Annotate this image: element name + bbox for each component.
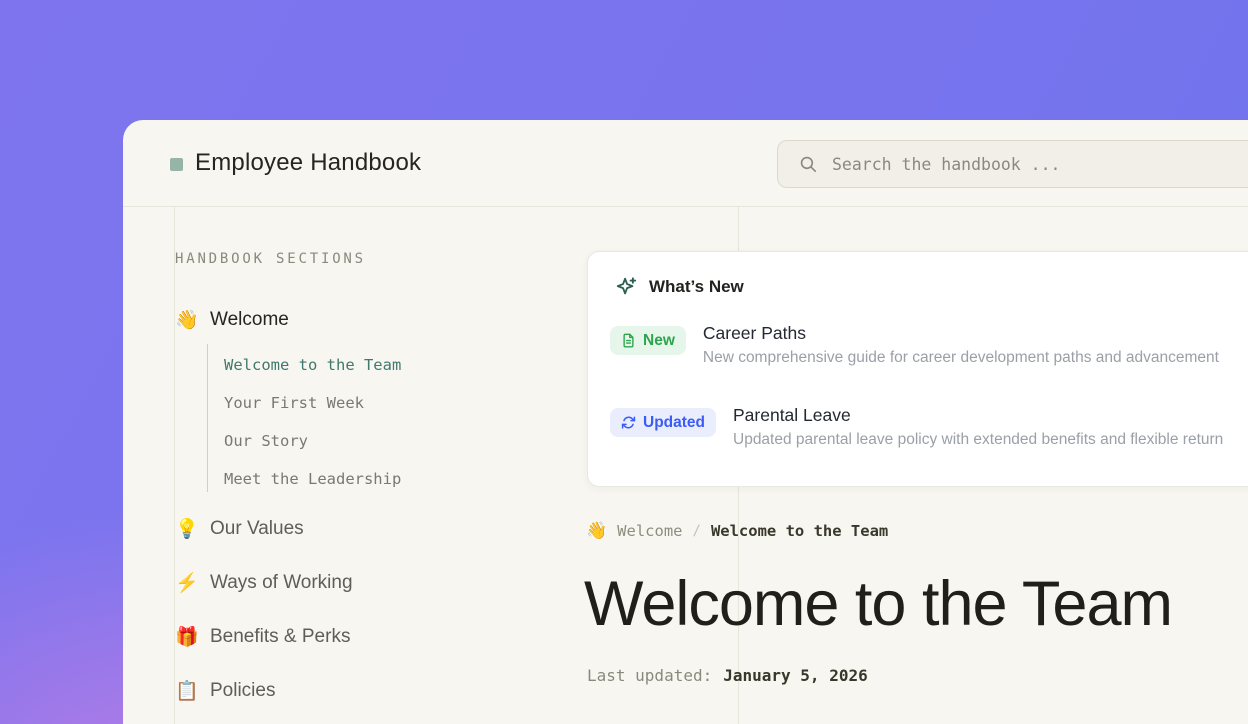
sidebar-item-policies[interactable]: 📋 Policies bbox=[175, 676, 275, 706]
search-input[interactable] bbox=[832, 155, 1248, 174]
refresh-icon bbox=[621, 415, 636, 430]
whats-new-title: What’s New bbox=[649, 277, 744, 297]
updated-badge: Updated bbox=[610, 408, 716, 437]
subnav-item-our-story[interactable]: Our Story bbox=[224, 430, 308, 452]
search-icon bbox=[799, 155, 818, 174]
sidebar-item-benefits-perks[interactable]: 🎁 Benefits & Perks bbox=[175, 622, 350, 652]
whats-new-item-parental-leave[interactable]: Updated Parental Leave Updated parental … bbox=[610, 405, 1223, 449]
wave-icon: 👋 bbox=[175, 311, 197, 330]
last-updated-label: Last updated: bbox=[587, 666, 712, 685]
clipboard-icon: 📋 bbox=[175, 682, 197, 701]
breadcrumb-current-page: Welcome to the Team bbox=[711, 522, 888, 540]
subnav-indent-line bbox=[207, 344, 208, 492]
sparkle-icon bbox=[615, 276, 637, 298]
last-updated-row: Last updated: January 5, 2026 bbox=[587, 666, 868, 685]
sidebar-heading: HANDBOOK SECTIONS bbox=[175, 251, 366, 267]
desktop-background: { "app": { "title": "Employee Handbook" … bbox=[0, 0, 1248, 724]
subnav-item-your-first-week[interactable]: Your First Week bbox=[224, 392, 364, 414]
whats-new-item-description: New comprehensive guide for career devel… bbox=[703, 349, 1219, 367]
sidebar-item-label: Benefits & Perks bbox=[210, 626, 350, 648]
whats-new-header: What’s New bbox=[615, 276, 744, 298]
search-box[interactable] bbox=[777, 140, 1248, 188]
whats-new-item-description: Updated parental leave policy with exten… bbox=[733, 431, 1223, 449]
breadcrumb: 👋 Welcome / Welcome to the Team bbox=[586, 522, 888, 540]
wave-icon: 👋 bbox=[586, 523, 607, 540]
app-header: Employee Handbook bbox=[123, 120, 1248, 207]
sidebar-item-label: Ways of Working bbox=[210, 572, 353, 594]
whats-new-item-career-paths[interactable]: New Career Paths New comprehensive guide… bbox=[610, 323, 1219, 367]
badge-label: Updated bbox=[643, 414, 705, 432]
lightning-icon: ⚡ bbox=[175, 574, 197, 593]
sidebar-item-welcome[interactable]: 👋 Welcome bbox=[175, 305, 289, 335]
page-title: Welcome to the Team bbox=[584, 568, 1172, 640]
handbook-window: Employee Handbook HANDBOOK SECTIONS 👋 We… bbox=[123, 120, 1248, 724]
app-title: Employee Handbook bbox=[195, 149, 421, 177]
sidebar-item-our-values[interactable]: 💡 Our Values bbox=[175, 514, 304, 544]
app-logo-icon bbox=[170, 158, 183, 171]
document-icon bbox=[621, 333, 636, 348]
sidebar-item-label: Policies bbox=[210, 680, 275, 702]
whats-new-card: What’s New New Career Paths New comprehe… bbox=[587, 251, 1248, 487]
breadcrumb-separator: / bbox=[693, 523, 701, 539]
sidebar-item-ways-of-working[interactable]: ⚡ Ways of Working bbox=[175, 568, 353, 598]
subnav-item-meet-the-leadership[interactable]: Meet the Leadership bbox=[224, 468, 401, 490]
breadcrumb-section-link[interactable]: Welcome bbox=[617, 522, 682, 540]
last-updated-value: January 5, 2026 bbox=[723, 666, 868, 685]
sidebar-item-label: Our Values bbox=[210, 518, 304, 540]
sidebar-item-label: Welcome bbox=[210, 309, 289, 331]
new-badge: New bbox=[610, 326, 686, 355]
whats-new-item-title: Parental Leave bbox=[733, 405, 1223, 426]
badge-label: New bbox=[643, 332, 675, 350]
subnav-item-welcome-to-the-team[interactable]: Welcome to the Team bbox=[224, 354, 401, 376]
gift-icon: 🎁 bbox=[175, 628, 197, 647]
whats-new-item-title: Career Paths bbox=[703, 323, 1219, 344]
lightbulb-icon: 💡 bbox=[175, 520, 197, 539]
